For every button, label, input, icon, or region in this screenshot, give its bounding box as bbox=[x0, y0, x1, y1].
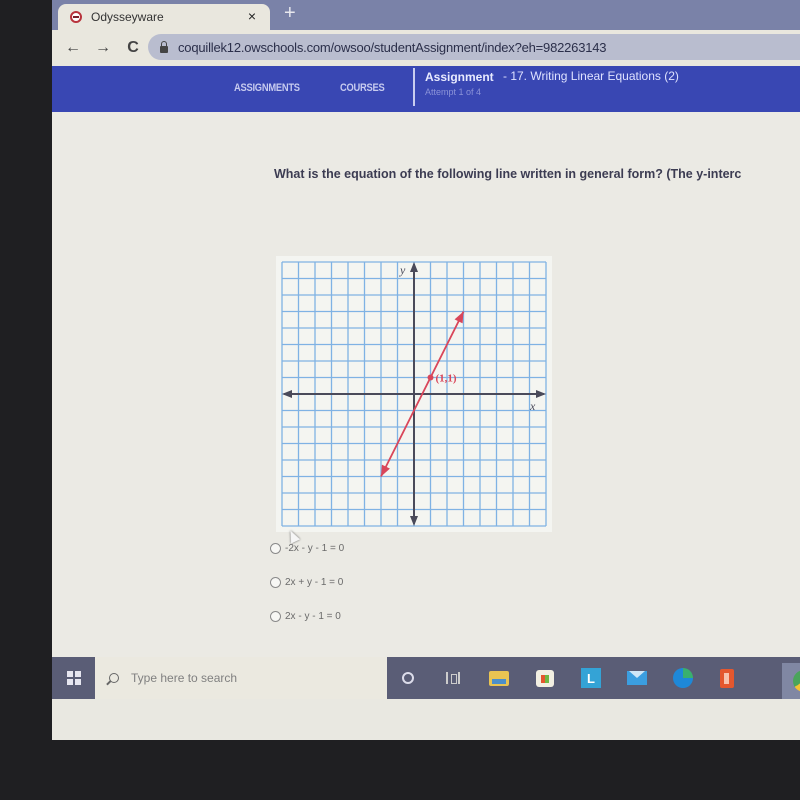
reload-button[interactable]: C bbox=[124, 39, 142, 57]
header-divider bbox=[413, 68, 415, 106]
start-button[interactable] bbox=[52, 657, 95, 699]
browser-tab[interactable]: Odysseyware × bbox=[58, 4, 270, 30]
close-tab-icon[interactable]: × bbox=[248, 8, 256, 24]
l-app-icon: L bbox=[581, 668, 601, 688]
folder-icon bbox=[489, 670, 509, 686]
office-button[interactable] bbox=[716, 667, 738, 689]
nav-courses[interactable]: COURSES bbox=[340, 82, 385, 94]
answer-text: 2x + y - 1 = 0 bbox=[285, 577, 344, 588]
coordinate-graph: x y (1,1) bbox=[276, 256, 552, 532]
mail-icon bbox=[627, 671, 647, 685]
odysseyware-favicon-icon bbox=[70, 11, 82, 23]
radio-button[interactable] bbox=[270, 543, 281, 554]
task-view-button[interactable] bbox=[442, 667, 464, 689]
chrome-button[interactable]: A bbox=[782, 663, 800, 699]
question-content: What is the equation of the following li… bbox=[52, 112, 800, 657]
y-axis-label: y bbox=[399, 263, 406, 277]
x-axis-label: x bbox=[529, 399, 536, 413]
search-icon bbox=[109, 673, 119, 683]
url-text[interactable]: coquillek12.owschools.com/owsoo/studentA… bbox=[178, 40, 607, 55]
radio-button[interactable] bbox=[270, 611, 281, 622]
assignment-title: - 17. Writing Linear Equations (2) bbox=[503, 69, 679, 83]
answer-choices: -2x - y - 1 = 0 2x + y - 1 = 0 2x - y - … bbox=[270, 540, 344, 642]
question-text: What is the equation of the following li… bbox=[274, 167, 742, 181]
search-placeholder[interactable]: Type here to search bbox=[131, 671, 237, 685]
store-button[interactable] bbox=[534, 667, 556, 689]
lock-icon bbox=[160, 40, 168, 53]
file-explorer-button[interactable] bbox=[488, 667, 510, 689]
assignment-label: Assignment bbox=[425, 70, 494, 84]
l-app-button[interactable]: L bbox=[580, 667, 602, 689]
windows-taskbar: Type here to search L A bbox=[52, 657, 800, 699]
windows-logo-icon bbox=[66, 671, 81, 685]
tab-strip: Odysseyware × + bbox=[52, 0, 800, 30]
edge-icon bbox=[673, 668, 693, 688]
cortana-button[interactable] bbox=[397, 667, 419, 689]
taskbar-search[interactable]: Type here to search bbox=[95, 657, 387, 699]
edge-button[interactable] bbox=[672, 667, 694, 689]
tab-title: Odysseyware bbox=[91, 10, 164, 24]
radio-button[interactable] bbox=[270, 577, 281, 588]
answer-text: 2x - y - 1 = 0 bbox=[285, 611, 341, 622]
browser-toolbar: ← → C coquillek12.owschools.com/owsoo/st… bbox=[52, 30, 800, 66]
graph-svg: x y (1,1) bbox=[276, 256, 552, 532]
answer-option-2[interactable]: 2x + y - 1 = 0 bbox=[270, 574, 344, 591]
attempt-counter: Attempt 1 of 4 bbox=[425, 87, 482, 97]
chrome-icon bbox=[793, 670, 800, 692]
nav-assignments[interactable]: ASSIGNMENTS bbox=[234, 82, 300, 94]
data-point bbox=[427, 374, 434, 381]
store-icon bbox=[536, 669, 554, 687]
back-button[interactable]: ← bbox=[64, 39, 82, 57]
point-label: (1,1) bbox=[436, 373, 457, 385]
answer-option-1[interactable]: -2x - y - 1 = 0 bbox=[270, 540, 344, 557]
mail-button[interactable] bbox=[626, 667, 648, 689]
answer-text: -2x - y - 1 = 0 bbox=[285, 543, 345, 554]
cortana-icon bbox=[402, 672, 414, 684]
forward-button[interactable]: → bbox=[94, 39, 112, 57]
office-icon bbox=[720, 668, 734, 688]
new-tab-button[interactable]: + bbox=[284, 2, 296, 25]
answer-option-3[interactable]: 2x - y - 1 = 0 bbox=[270, 608, 344, 625]
site-header: ASSIGNMENTS COURSES Assignment - 17. Wri… bbox=[52, 66, 800, 112]
address-bar[interactable]: coquillek12.owschools.com/owsoo/studentA… bbox=[148, 34, 800, 60]
screen: Odysseyware × + ← → C coquillek12.owscho… bbox=[52, 0, 800, 740]
task-view-icon bbox=[446, 672, 460, 684]
